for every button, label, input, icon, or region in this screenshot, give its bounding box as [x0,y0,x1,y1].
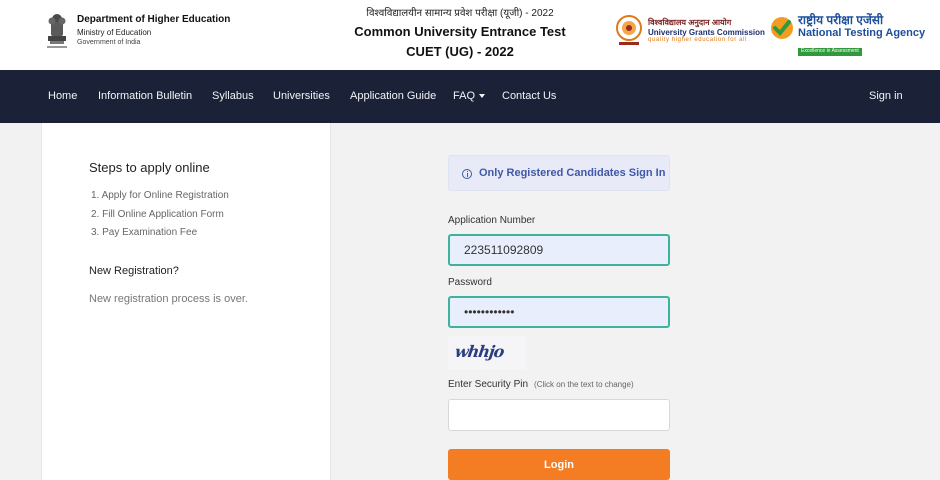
nav-faq-dropdown[interactable]: FAQ [453,90,486,102]
steps-list: 1. Apply for Online Registration 2. Fill… [91,190,229,246]
nav-sign-in[interactable]: Sign in [869,90,903,102]
security-pin-input[interactable] [448,399,670,431]
nav-syllabus[interactable]: Syllabus [212,90,254,102]
login-button[interactable]: Login [448,449,670,480]
captcha-text: whhjo [453,342,505,361]
application-number-input[interactable] [448,234,670,266]
sign-in-notice: Only Registered Candidates Sign In [448,155,670,191]
exam-title-hindi: विश्वविद्यालयीन सामान्य प्रवेश परीक्षा (… [366,8,554,19]
national-emblem-icon [47,14,67,48]
nav-contact-us[interactable]: Contact Us [502,90,556,102]
nta-hindi-name: राष्ट्रीय परीक्षा एजेंसी [798,13,884,27]
nav-home[interactable]: Home [48,90,77,102]
step-item: 3. Pay Examination Fee [91,227,198,238]
ugc-hindi-name: विश्वविद्यालय अनुदान आयोग [648,18,732,27]
step-item: 2. Fill Online Application Form [91,208,224,220]
sign-in-notice-text: Only Registered Candidates Sign In [479,167,666,179]
password-input[interactable] [448,296,670,328]
exam-title-block: विश्वविद्यालयीन सामान्य प्रवेश परीक्षा (… [300,5,620,59]
exam-title: Common University Entrance Test [354,24,566,39]
main-content: Steps to apply online 1. Apply for Onlin… [0,123,940,480]
step-item: 1. Apply for Online Registration [91,190,229,201]
caret-down-icon [479,94,486,99]
new-registration-text: New registration process is over. [89,293,248,305]
application-number-label: Application Number [448,215,536,226]
exam-subtitle: CUET (UG) - 2022 [406,44,514,59]
steps-title: Steps to apply online [89,160,210,175]
info-circle-icon [462,169,472,179]
captcha-image[interactable]: whhjo [448,336,526,369]
password-label: Password [448,277,492,288]
ministry-name: Ministry of Education [77,27,152,37]
nav-universities[interactable]: Universities [273,90,330,102]
instructions-panel: Steps to apply online 1. Apply for Onlin… [41,123,331,480]
security-pin-label-row: Enter Security Pin (Click on the text to … [448,379,634,390]
site-header: Department of Higher Education Ministry … [0,0,940,70]
government-name: Government of India [77,38,141,46]
main-navbar: Home Information Bulletin Syllabus Unive… [0,70,940,123]
nta-tagline: Excellence in Assessment [798,48,862,56]
department-block: Department of Higher Education Ministry … [77,14,230,47]
security-pin-hint: (Click on the text to change) [534,380,634,389]
nta-name: National Testing Agency [798,27,926,40]
ugc-tagline: quality higher education for all [648,37,747,44]
new-registration-title: New Registration? [89,265,179,277]
nav-faq-label: FAQ [453,90,476,102]
ugc-name: University Grants Commission [648,27,765,37]
nta-checkmark-icon [771,17,793,39]
nav-information-bulletin[interactable]: Information Bulletin [98,90,192,102]
nav-application-guide[interactable]: Application Guide [350,90,436,102]
security-pin-label: Enter Security Pin [448,379,529,390]
department-name: Department of Higher Education [77,14,231,25]
ugc-emblem-icon [616,15,642,45]
